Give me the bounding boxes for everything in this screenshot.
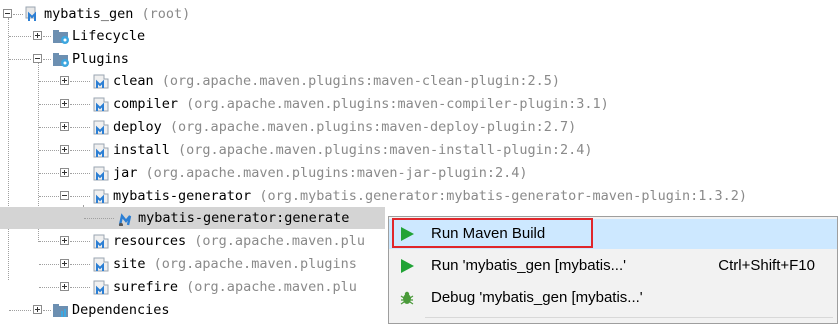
root-suffix: (root) (141, 6, 191, 22)
tree-row-lifecycle[interactable]: Lifecycle (0, 25, 838, 47)
expand-toggle[interactable] (60, 122, 69, 131)
plugin-name: mybatis-generator (113, 188, 252, 204)
tree-row-plugin[interactable]: clean (org.apache.maven.plugins:maven-cl… (0, 70, 838, 92)
plugin-coords: (org.mybatis.generator:mybatis-generator… (259, 188, 747, 204)
plugin-name: clean (113, 73, 154, 89)
maven-plugin-icon (93, 257, 109, 272)
maven-project-icon (25, 6, 36, 22)
plugin-name: surefire (113, 279, 179, 295)
maven-plugin-icon (93, 97, 109, 112)
maven-plugin-icon (93, 189, 109, 204)
menu-item-debug-config[interactable]: Debug 'mybatis_gen [mybatis...' (389, 283, 837, 313)
collapse-toggle[interactable] (60, 191, 69, 200)
menu-item-label: Debug 'mybatis_gen [mybatis...' (431, 289, 643, 306)
tree-row-plugin[interactable]: mybatis-generator (org.mybatis.generator… (0, 185, 838, 207)
folder-bars-icon (53, 304, 68, 317)
plugin-coords: (org.apache.maven.plugins:maven-deploy-p… (169, 119, 577, 135)
goal-label: mybatis-generator:generate (138, 210, 350, 226)
root-name: mybatis_gen (44, 6, 134, 22)
plugin-coords: (org.apache.maven.plu (186, 279, 357, 295)
maven-plugin-icon (93, 74, 109, 89)
tree-row-plugins[interactable]: Plugins (0, 48, 838, 70)
menu-separator (425, 317, 833, 318)
expand-toggle[interactable] (33, 31, 42, 40)
plugin-name: jar (113, 165, 138, 181)
tree-row-plugin[interactable]: deploy (org.apache.maven.plugins:maven-d… (0, 116, 838, 138)
plugin-coords: (org.apache.maven.plugins (153, 256, 357, 272)
plugin-name: deploy (113, 119, 162, 135)
tree-row-plugin[interactable]: jar (org.apache.maven.plugins:maven-jar-… (0, 162, 838, 184)
debug-icon (400, 291, 414, 305)
maven-plugin-icon (93, 234, 109, 249)
plugins-label: Plugins (72, 51, 129, 67)
plugin-coords: (org.apache.maven.plugins:maven-compiler… (186, 96, 609, 112)
run-icon (401, 259, 414, 273)
expand-toggle[interactable] (60, 282, 69, 291)
maven-plugin-icon (93, 280, 109, 295)
expand-toggle[interactable] (60, 168, 69, 177)
expand-toggle[interactable] (60, 76, 69, 85)
expand-toggle[interactable] (60, 145, 69, 154)
menu-item-shortcut: Ctrl+Shift+F10 (718, 257, 815, 274)
menu-item-run-config[interactable]: Run 'mybatis_gen [mybatis...' Ctrl+Shift… (389, 251, 837, 281)
maven-plugin-icon (93, 143, 109, 158)
tree-row-plugin[interactable]: install (org.apache.maven.plugins:maven-… (0, 139, 838, 161)
plugin-name: install (113, 142, 170, 158)
plugin-name: compiler (113, 96, 179, 112)
expand-toggle[interactable] (33, 305, 42, 314)
maven-goal-icon (118, 214, 132, 226)
plugin-name: resources (113, 233, 187, 249)
expand-toggle[interactable] (60, 259, 69, 268)
plugin-coords: (org.apache.maven.plugins:maven-install-… (178, 142, 593, 158)
plugin-name: site (113, 256, 146, 272)
expand-toggle[interactable] (60, 99, 69, 108)
maven-plugin-icon (93, 166, 109, 181)
plugin-coords: (org.apache.maven.plugins:maven-jar-plug… (145, 165, 528, 181)
tree-row-root[interactable]: mybatis_gen (root) (0, 3, 838, 25)
expand-toggle[interactable] (60, 236, 69, 245)
maven-plugin-icon (93, 120, 109, 135)
annotation-highlight-box (392, 218, 593, 248)
lifecycle-label: Lifecycle (72, 28, 146, 44)
plugin-coords: (org.apache.maven.plu (194, 233, 365, 249)
folder-gear-icon (53, 53, 69, 67)
plugin-coords: (org.apache.maven.plugins:maven-clean-pl… (161, 73, 561, 89)
collapse-toggle[interactable] (3, 9, 12, 18)
menu-item-label: Run 'mybatis_gen [mybatis...' (431, 257, 626, 274)
collapse-toggle[interactable] (33, 54, 42, 63)
tree-row-plugin[interactable]: compiler (org.apache.maven.plugins:maven… (0, 93, 838, 115)
folder-gear-icon (53, 30, 69, 44)
dependencies-label: Dependencies (72, 302, 170, 318)
